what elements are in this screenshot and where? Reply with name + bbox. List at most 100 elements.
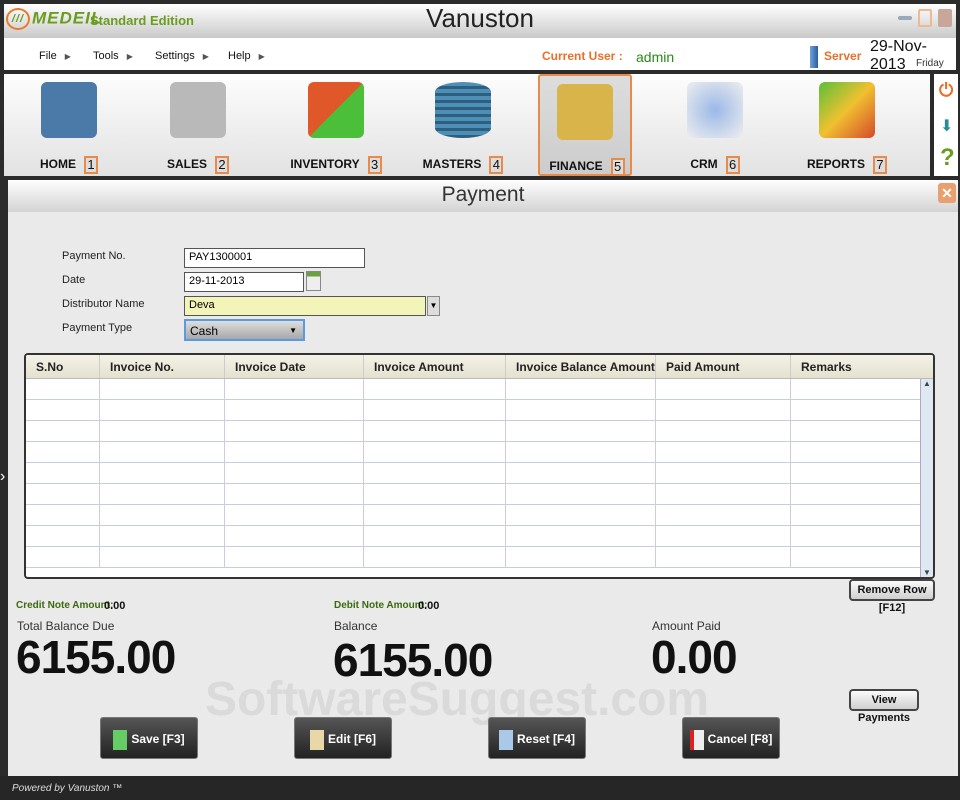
table-cell[interactable] [506, 442, 656, 462]
close-panel-button[interactable]: ✕ [938, 183, 956, 203]
server-status[interactable]: Server [810, 46, 861, 68]
calendar-icon[interactable] [306, 271, 321, 291]
table-cell[interactable] [26, 463, 100, 483]
save-button[interactable]: Save [F3] [100, 717, 198, 759]
date-input[interactable]: 29-11-2013 [184, 272, 304, 292]
table-cell[interactable] [225, 526, 364, 546]
table-cell[interactable] [26, 421, 100, 441]
table-cell[interactable] [506, 400, 656, 420]
module-crm[interactable]: CRM 6 [668, 74, 762, 176]
table-row[interactable] [26, 505, 933, 526]
table-cell[interactable] [225, 547, 364, 567]
menu-tools[interactable]: Tools ▶ [93, 50, 133, 62]
table-cell[interactable] [364, 484, 506, 504]
table-cell[interactable] [791, 421, 924, 441]
table-cell[interactable] [364, 505, 506, 525]
table-cell[interactable] [100, 379, 225, 399]
table-cell[interactable] [656, 484, 791, 504]
table-cell[interactable] [791, 547, 924, 567]
table-cell[interactable] [506, 484, 656, 504]
table-cell[interactable] [26, 505, 100, 525]
table-cell[interactable] [26, 379, 100, 399]
table-cell[interactable] [791, 442, 924, 462]
edit-button[interactable]: Edit [F6] [294, 717, 392, 759]
table-cell[interactable] [506, 463, 656, 483]
table-cell[interactable] [656, 547, 791, 567]
table-cell[interactable] [225, 484, 364, 504]
cancel-button[interactable]: Cancel [F8] [682, 717, 780, 759]
table-cell[interactable] [364, 400, 506, 420]
table-cell[interactable] [506, 547, 656, 567]
table-cell[interactable] [100, 442, 225, 462]
table-cell[interactable] [225, 400, 364, 420]
table-cell[interactable] [364, 526, 506, 546]
table-cell[interactable] [506, 421, 656, 441]
module-home[interactable]: HOME 1 [22, 74, 116, 176]
table-row[interactable] [26, 379, 933, 400]
table-cell[interactable] [26, 484, 100, 504]
minimize-button[interactable] [898, 16, 912, 20]
table-cell[interactable] [100, 463, 225, 483]
power-icon[interactable]: ⏻ [939, 80, 953, 101]
table-cell[interactable] [656, 400, 791, 420]
table-cell[interactable] [225, 379, 364, 399]
menu-settings[interactable]: Settings ▶ [155, 50, 209, 62]
table-cell[interactable] [26, 526, 100, 546]
table-cell[interactable] [225, 463, 364, 483]
table-cell[interactable] [100, 547, 225, 567]
distributor-select[interactable]: Deva [184, 296, 426, 316]
table-cell[interactable] [791, 463, 924, 483]
table-cell[interactable] [364, 463, 506, 483]
payment-type-select[interactable]: Cash ▼ [184, 319, 305, 341]
table-cell[interactable] [100, 484, 225, 504]
table-cell[interactable] [656, 526, 791, 546]
table-cell[interactable] [791, 526, 924, 546]
table-cell[interactable] [791, 379, 924, 399]
table-cell[interactable] [791, 484, 924, 504]
table-cell[interactable] [100, 505, 225, 525]
table-row[interactable] [26, 484, 933, 505]
table-row[interactable] [26, 442, 933, 463]
table-cell[interactable] [506, 379, 656, 399]
collapse-arrow-icon[interactable]: › [0, 468, 5, 486]
table-cell[interactable] [656, 505, 791, 525]
table-cell[interactable] [656, 379, 791, 399]
maximize-button[interactable] [918, 9, 932, 27]
table-cell[interactable] [656, 442, 791, 462]
table-scrollbar[interactable]: ▲ ▼ [920, 379, 933, 577]
table-cell[interactable] [364, 421, 506, 441]
view-payments-button[interactable]: View Payments [849, 689, 919, 724]
table-cell[interactable] [225, 442, 364, 462]
table-row[interactable] [26, 526, 933, 547]
module-sales[interactable]: SALES 2 [151, 74, 245, 176]
module-inventory[interactable]: INVENTORY 3 [289, 74, 383, 176]
menu-file[interactable]: File ▶ [39, 50, 71, 62]
table-cell[interactable] [506, 505, 656, 525]
table-cell[interactable] [100, 421, 225, 441]
table-cell[interactable] [656, 421, 791, 441]
help-icon[interactable]: ? [940, 144, 955, 172]
table-cell[interactable] [656, 463, 791, 483]
remove-row-button[interactable]: Remove Row [F12] [849, 579, 935, 614]
module-finance[interactable]: FINANCE 5 [538, 74, 632, 176]
table-cell[interactable] [364, 442, 506, 462]
table-row[interactable] [26, 421, 933, 442]
table-cell[interactable] [100, 400, 225, 420]
distributor-dropdown-button[interactable]: ▼ [427, 296, 440, 316]
table-cell[interactable] [225, 505, 364, 525]
table-cell[interactable] [26, 442, 100, 462]
close-window-button[interactable] [938, 9, 952, 27]
module-reports[interactable]: REPORTS 7 [800, 74, 894, 176]
table-cell[interactable] [26, 400, 100, 420]
table-cell[interactable] [364, 379, 506, 399]
module-masters[interactable]: MASTERS 4 [416, 74, 510, 176]
table-cell[interactable] [225, 421, 364, 441]
table-cell[interactable] [791, 505, 924, 525]
table-row[interactable] [26, 463, 933, 484]
payment-no-input[interactable]: PAY1300001 [184, 248, 365, 268]
table-cell[interactable] [506, 526, 656, 546]
reset-button[interactable]: Reset [F4] [488, 717, 586, 759]
table-cell[interactable] [100, 526, 225, 546]
table-cell[interactable] [791, 400, 924, 420]
download-icon[interactable]: ⬇ [940, 116, 953, 136]
